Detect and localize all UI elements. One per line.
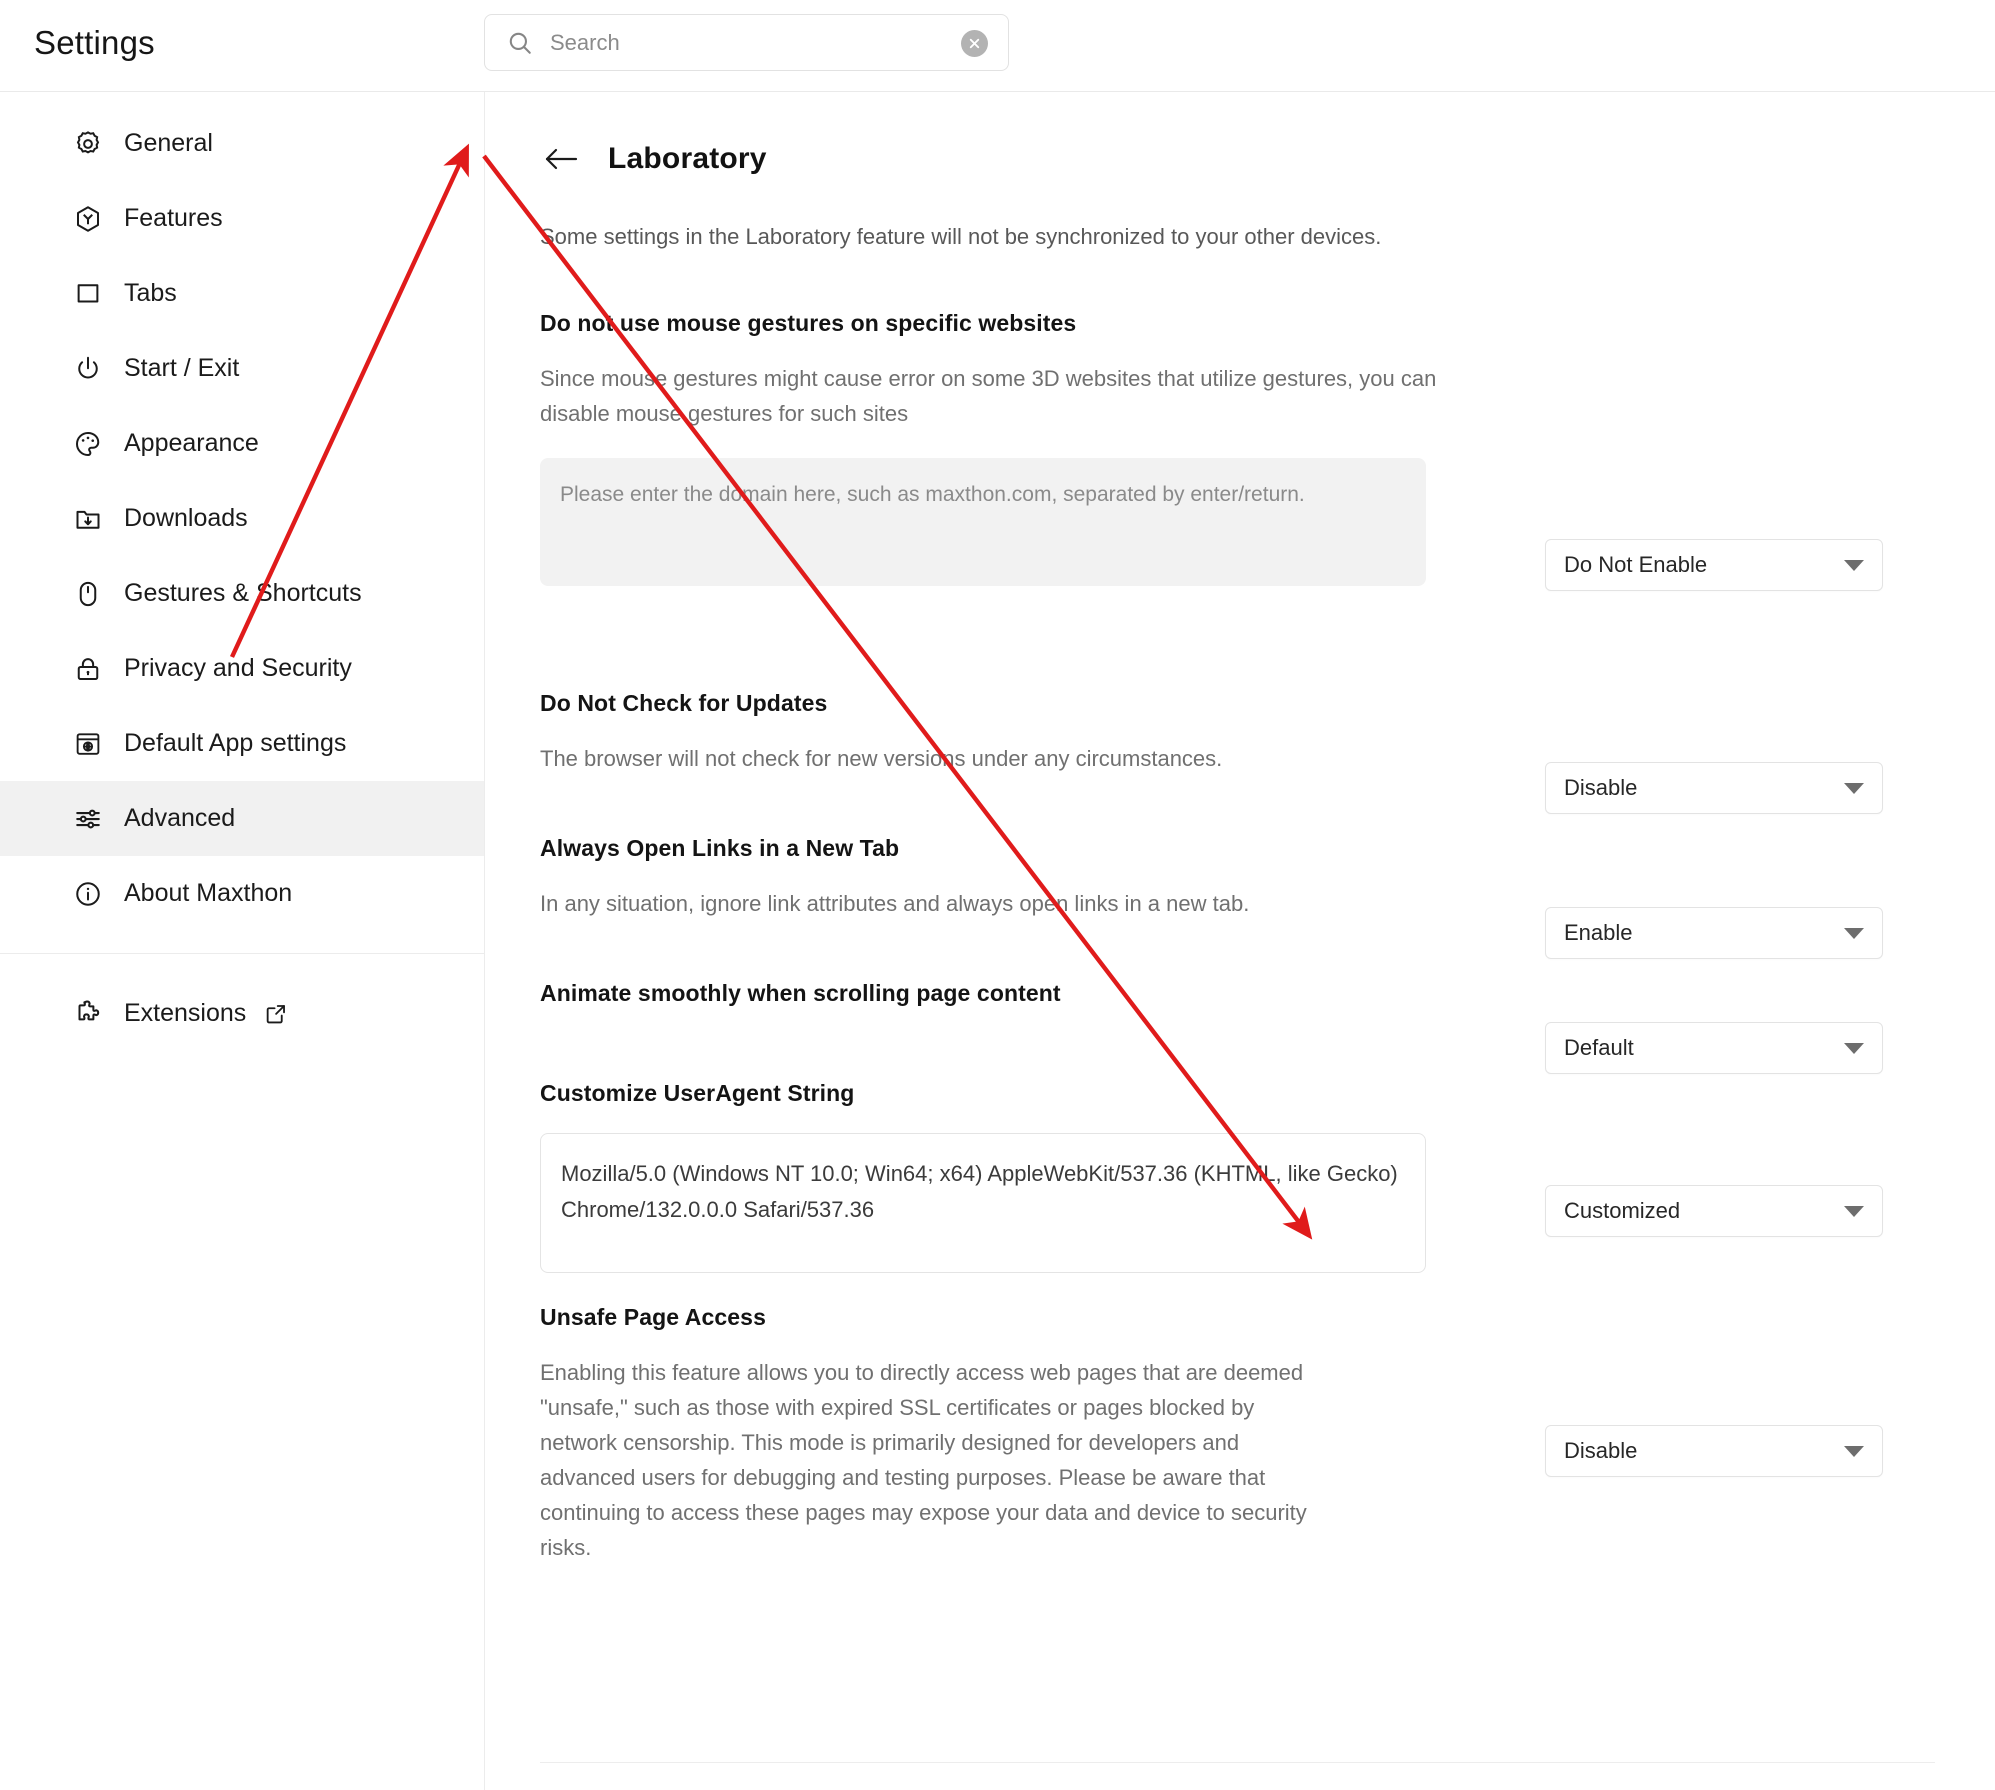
page-note: Some settings in the Laboratory feature …: [540, 224, 1382, 249]
sidebar-item-gestures-shortcuts[interactable]: Gestures & Shortcuts: [0, 556, 484, 631]
chevron-down-icon: [1844, 1205, 1864, 1217]
dropdown-value: Customized: [1564, 1198, 1681, 1223]
cube-icon: [72, 203, 104, 235]
sidebar-item-label: Start / Exit: [124, 354, 240, 382]
section-description: In any situation, ignore link attributes…: [540, 891, 1250, 916]
section-title: Always Open Links in a New Tab: [540, 835, 900, 861]
sidebar-item-label: Tabs: [124, 279, 177, 307]
sidebar-item-features[interactable]: Features: [0, 181, 484, 256]
dropdown-value: Do Not Enable: [1564, 552, 1708, 577]
dropdown-unsafe-page-access[interactable]: Disable: [1545, 1425, 1883, 1477]
page-title: Laboratory: [608, 142, 767, 175]
gear-icon: [72, 128, 104, 160]
sidebar-item-label: Gestures & Shortcuts: [124, 579, 362, 607]
section-title: Do not use mouse gestures on specific we…: [540, 310, 1077, 336]
section-description: Enabling this feature allows you to dire…: [540, 1360, 1307, 1560]
external-link-icon: [263, 1000, 290, 1027]
palette-icon: [72, 428, 104, 460]
dropdown-animate-smooth-scrolling[interactable]: Default: [1545, 1022, 1883, 1074]
browser-globe-icon: [72, 728, 104, 760]
section-description: The browser will not check for new versi…: [540, 746, 1223, 771]
dropdown-value: Enable: [1564, 920, 1633, 945]
settings-window: Settings Genera: [0, 0, 1995, 1790]
sidebar-item-extensions[interactable]: Extensions: [0, 976, 484, 1051]
puzzle-icon: [72, 998, 104, 1030]
power-icon: [72, 353, 104, 385]
dropdown-customize-useragent[interactable]: Customized: [1545, 1185, 1883, 1237]
tab-icon: [72, 278, 104, 310]
sidebar-item-privacy-and-security[interactable]: Privacy and Security: [0, 631, 484, 706]
lock-icon: [72, 653, 104, 685]
sidebar-item-label: Downloads: [124, 504, 248, 532]
sidebar-item-label: About Maxthon: [124, 879, 293, 907]
section-title: Do Not Check for Updates: [540, 690, 828, 716]
mouse-icon: [72, 578, 104, 610]
sidebar-item-label: Features: [124, 204, 223, 232]
sidebar-item-label: Extensions: [124, 999, 247, 1027]
sidebar: General Features Tabs Start / Exit Appea…: [0, 92, 485, 1790]
search-input[interactable]: [550, 15, 910, 70]
section-do-not-check-updates: Do Not Check for Updates The browser wil…: [540, 690, 1520, 776]
sidebar-item-appearance[interactable]: Appearance: [0, 406, 484, 481]
arrow-left-icon[interactable]: [540, 137, 584, 181]
section-unsafe-page-access: Unsafe Page Access Enabling this feature…: [540, 1304, 1520, 1565]
chevron-down-icon: [1844, 927, 1864, 939]
sliders-icon: [72, 803, 104, 835]
dropdown-value: Disable: [1564, 775, 1638, 800]
sidebar-item-default-app-settings[interactable]: Default App settings: [0, 706, 484, 781]
section-always-open-links-new-tab: Always Open Links in a New Tab In any si…: [540, 835, 1520, 921]
sidebar-item-label: Appearance: [124, 429, 259, 457]
dropdown-mouse-gestures[interactable]: Do Not Enable: [1545, 539, 1883, 591]
section-description: Since mouse gestures might cause error o…: [540, 366, 1437, 426]
sidebar-item-general[interactable]: General: [0, 106, 484, 181]
section-title: Animate smoothly when scrolling page con…: [540, 980, 1061, 1006]
sidebar-item-label: Default App settings: [124, 729, 347, 757]
sidebar-divider: [0, 953, 484, 954]
main-content: Laboratory Some settings in the Laborato…: [486, 92, 1995, 1790]
section-customize-useragent: Customize UserAgent String: [540, 1080, 1520, 1278]
dropdown-value: Disable: [1564, 1438, 1638, 1463]
clear-circle-icon[interactable]: [961, 30, 988, 57]
page-title-settings: Settings: [34, 24, 155, 61]
sidebar-item-start-exit[interactable]: Start / Exit: [0, 331, 484, 406]
sidebar-item-downloads[interactable]: Downloads: [0, 481, 484, 556]
search-icon: [507, 30, 533, 56]
section-mouse-gestures: Do not use mouse gestures on specific we…: [540, 310, 1520, 591]
section-title: Customize UserAgent String: [540, 1080, 855, 1106]
section-divider: [540, 1762, 1935, 1763]
section-title: Unsafe Page Access: [540, 1304, 766, 1330]
useragent-input[interactable]: [540, 1133, 1426, 1273]
sidebar-item-label: Advanced: [124, 804, 236, 832]
chevron-down-icon: [1844, 1042, 1864, 1054]
chevron-down-icon: [1844, 1445, 1864, 1457]
chevron-down-icon: [1844, 559, 1864, 571]
sidebar-item-tabs[interactable]: Tabs: [0, 256, 484, 331]
sidebar-item-about-maxthon[interactable]: About Maxthon: [0, 856, 484, 931]
dropdown-always-open-links-new-tab[interactable]: Enable: [1545, 907, 1883, 959]
dropdown-do-not-check-updates[interactable]: Disable: [1545, 762, 1883, 814]
sidebar-item-label: Privacy and Security: [124, 654, 352, 682]
sidebar-item-advanced[interactable]: Advanced: [0, 781, 484, 856]
dropdown-value: Default: [1564, 1035, 1634, 1060]
download-icon: [72, 503, 104, 535]
sidebar-item-label: General: [124, 129, 213, 157]
search-box[interactable]: [484, 14, 1009, 71]
section-animate-smooth-scrolling: Animate smoothly when scrolling page con…: [540, 980, 1520, 1007]
info-circle-icon: [72, 878, 104, 910]
page-header: Laboratory: [540, 137, 767, 181]
domain-list-input[interactable]: [540, 458, 1426, 586]
top-bar: Settings: [0, 0, 1995, 92]
chevron-down-icon: [1844, 782, 1864, 794]
